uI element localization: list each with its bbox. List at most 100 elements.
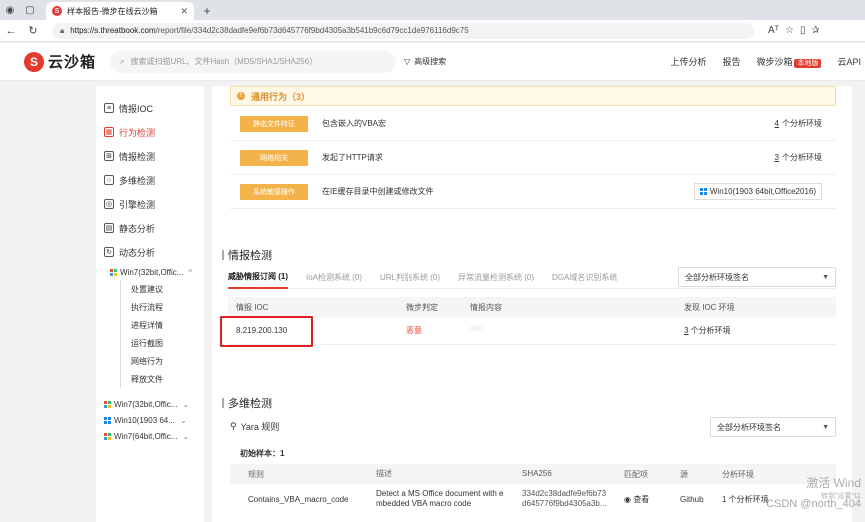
sidebar-item-multi-detect[interactable]: ○ 多维检测: [96, 168, 204, 192]
behavior-env-count[interactable]: 3 个分析环境: [775, 152, 822, 163]
reload-icon[interactable]: ↻: [22, 20, 44, 42]
sidebar-item-engine[interactable]: ◎ 引擎检测: [96, 192, 204, 216]
env-count-suffix: 个分析环境: [782, 119, 822, 128]
windows-activation-watermark: 激活 Wind 转到"设置"以: [806, 474, 861, 501]
behavior-tag[interactable]: 静态文件特征: [240, 115, 308, 132]
tab-dga[interactable]: DGA域名识别系统: [552, 272, 617, 283]
behavior-desc: 在IE缓存目录中创建或修改文件: [322, 187, 434, 196]
subnav-remediation[interactable]: 处置建议: [131, 280, 204, 298]
read-aloud-icon[interactable]: Aᵀ: [768, 25, 779, 36]
filter-icon: ▽: [404, 57, 411, 66]
rule-name: Contains_VBA_macro_code: [248, 494, 349, 504]
behavior-env-badge[interactable]: Win10(1903 64bit,Office2016): [693, 183, 822, 200]
env-win7-32-expanded[interactable]: Win7(32bit,Offic... ^: [96, 264, 204, 280]
general-behavior-title: 通用行为（3）: [251, 91, 311, 102]
eye-icon: ◉: [624, 494, 634, 504]
subnav-execution-flow[interactable]: 执行流程: [131, 298, 204, 316]
nav-report[interactable]: 报告: [722, 55, 740, 68]
subnav-screenshots[interactable]: 运行截图: [131, 334, 204, 352]
subnav-dropped-files[interactable]: 释放文件: [131, 370, 204, 388]
site-header: S 云沙箱 ⌕ 搜索或扫描URL、文件Hash（MD5/SHA1/SHA256）…: [0, 43, 865, 81]
nav-upload[interactable]: 上传分析: [670, 55, 706, 68]
source-value: Github: [680, 494, 704, 504]
env-win10[interactable]: Win10(1903 64... ⌄: [96, 412, 204, 428]
sidebar-item-intel-ioc[interactable]: ≡ 情报IOC: [96, 96, 204, 120]
env-label: Win7(32bit,Offic...: [114, 399, 178, 409]
ioc-table-header: 情报 IOC 微步判定 情报内容 发现 IOC 环境: [228, 297, 836, 317]
sidebar-item-intel-detect[interactable]: ⊞ 情报检测: [96, 144, 204, 168]
browser-tab[interactable]: S 样本报告-微步在线云沙箱 ✕: [46, 2, 194, 20]
search-icon: ⌕: [120, 56, 125, 66]
behavior-tag[interactable]: 系统敏感操作: [240, 183, 308, 200]
section-bar: [222, 250, 224, 260]
windows10-icon: [699, 188, 707, 195]
chevron-up-icon: ^: [188, 267, 193, 277]
ioc-env-count[interactable]: 3 个分析环境: [684, 325, 836, 336]
view-match-link[interactable]: ◉ 查看: [624, 494, 680, 505]
env-count-suffix: 个分析环境: [688, 326, 731, 335]
yara-label: ⚲ Yara 规则: [230, 420, 279, 433]
local-badge: 本地版: [794, 59, 822, 68]
behavior-env-count[interactable]: 4 个分析环境: [775, 118, 822, 129]
col-sha256: SHA256: [522, 469, 552, 478]
sidebar-item-dynamic[interactable]: ↻ 动态分析: [96, 240, 204, 264]
tab-ioa[interactable]: IoA检测系统 (0): [306, 272, 362, 283]
env-count-suffix: 个分析环境: [782, 153, 822, 162]
env-label: Win10(1903 64...: [114, 415, 175, 425]
tab-traffic[interactable]: 异常流量检测系统 (0): [458, 272, 534, 283]
tab-actions-icon[interactable]: ▢: [20, 0, 40, 20]
address-bar-row: ← ↻ 🔒︎ https://s.threatbook.com/report/f…: [0, 20, 865, 42]
env-label: Win7(64bit,Offic...: [114, 431, 178, 441]
sha256-value[interactable]: 334d2c38dadfe9ef6b73 d645776f9bd4305a3b..…: [522, 489, 624, 509]
search-input[interactable]: ⌕ 搜索或扫描URL、文件Hash（MD5/SHA1/SHA256）: [110, 50, 397, 73]
yara-env-select[interactable]: 全部分析环境签名 ▼: [710, 417, 836, 437]
env-win7-64[interactable]: Win7(64bit,Offic... ⌄: [96, 428, 204, 444]
dynamic-subnav: 处置建议 执行流程 进程详情 运行截图 网络行为 释放文件: [120, 280, 204, 388]
grid-icon: ⊞: [104, 151, 114, 161]
behavior-tag[interactable]: 网络相关: [240, 149, 308, 166]
back-icon[interactable]: ←: [0, 20, 22, 42]
document-icon: ≡: [104, 103, 114, 113]
env-count-number: 4: [774, 119, 779, 128]
search-placeholder: 搜索或扫描URL、文件Hash（MD5/SHA1/SHA256）: [130, 57, 318, 66]
new-tab-button[interactable]: +: [198, 2, 216, 20]
url-field[interactable]: 🔒︎ https://s.threatbook.com/report/file/…: [52, 22, 754, 39]
sidebar-item-label: 情报检测: [119, 151, 156, 162]
intel-env-select[interactable]: 全部分析环境签名 ▼: [678, 267, 836, 287]
nav-cloud-api[interactable]: 云API: [837, 55, 861, 68]
subnav-process-details[interactable]: 进程详情: [131, 316, 204, 334]
env-win7-32[interactable]: Win7(32bit,Offic... ⌄: [96, 396, 204, 412]
env-label: Win7(32bit,Offic...: [120, 267, 184, 277]
file-icon: ▤: [104, 223, 114, 233]
tab-title: 样本报告-微步在线云沙箱: [67, 6, 158, 16]
split-screen-icon[interactable]: ▯: [800, 25, 806, 36]
advanced-search-button[interactable]: ▽ 高级搜索: [404, 56, 446, 67]
behavior-desc: 发起了HTTP请求: [322, 153, 383, 162]
site-favicon-icon: S: [52, 6, 62, 16]
col-content: 情报内容: [470, 302, 502, 312]
subnav-network[interactable]: 网络行为: [131, 352, 204, 370]
col-source: 源: [680, 469, 688, 479]
tab-threat-intel[interactable]: 威胁情报订阅 (1): [228, 267, 288, 289]
nav-sandbox[interactable]: 微步沙箱 本地版: [756, 55, 822, 68]
profile-icon[interactable]: ◉: [0, 0, 20, 20]
col-desc: 描述: [376, 469, 392, 478]
close-tab-icon[interactable]: ✕: [180, 6, 188, 17]
warning-icon: !: [237, 92, 245, 100]
sidebar-item-label: 动态分析: [119, 247, 156, 258]
general-behavior-header: ! 通用行为（3）: [230, 86, 836, 106]
browser-tab-bar: ◉ ▢ S 样本报告-微步在线云沙箱 ✕ +: [0, 0, 865, 20]
sidebar-item-static[interactable]: ▤ 静态分析: [96, 216, 204, 240]
favorites-icon[interactable]: ✰: [811, 25, 819, 36]
favorite-star-icon[interactable]: ☆: [785, 25, 794, 36]
sidebar-item-behavior[interactable]: ▦ 行为检测: [96, 120, 204, 144]
tab-url[interactable]: URL判别系统 (0): [380, 272, 440, 283]
intel-section-title: 情报检测: [222, 247, 272, 263]
caret-down-icon: ▼: [822, 273, 829, 281]
col-rule: 规则: [248, 469, 264, 479]
csdn-watermark: CSDN @north_404: [766, 498, 861, 510]
refresh-icon: ↻: [104, 247, 114, 257]
intel-content: ****: [470, 326, 483, 335]
col-ioc: 情报 IOC: [236, 302, 269, 312]
site-logo[interactable]: S 云沙箱: [24, 51, 96, 72]
